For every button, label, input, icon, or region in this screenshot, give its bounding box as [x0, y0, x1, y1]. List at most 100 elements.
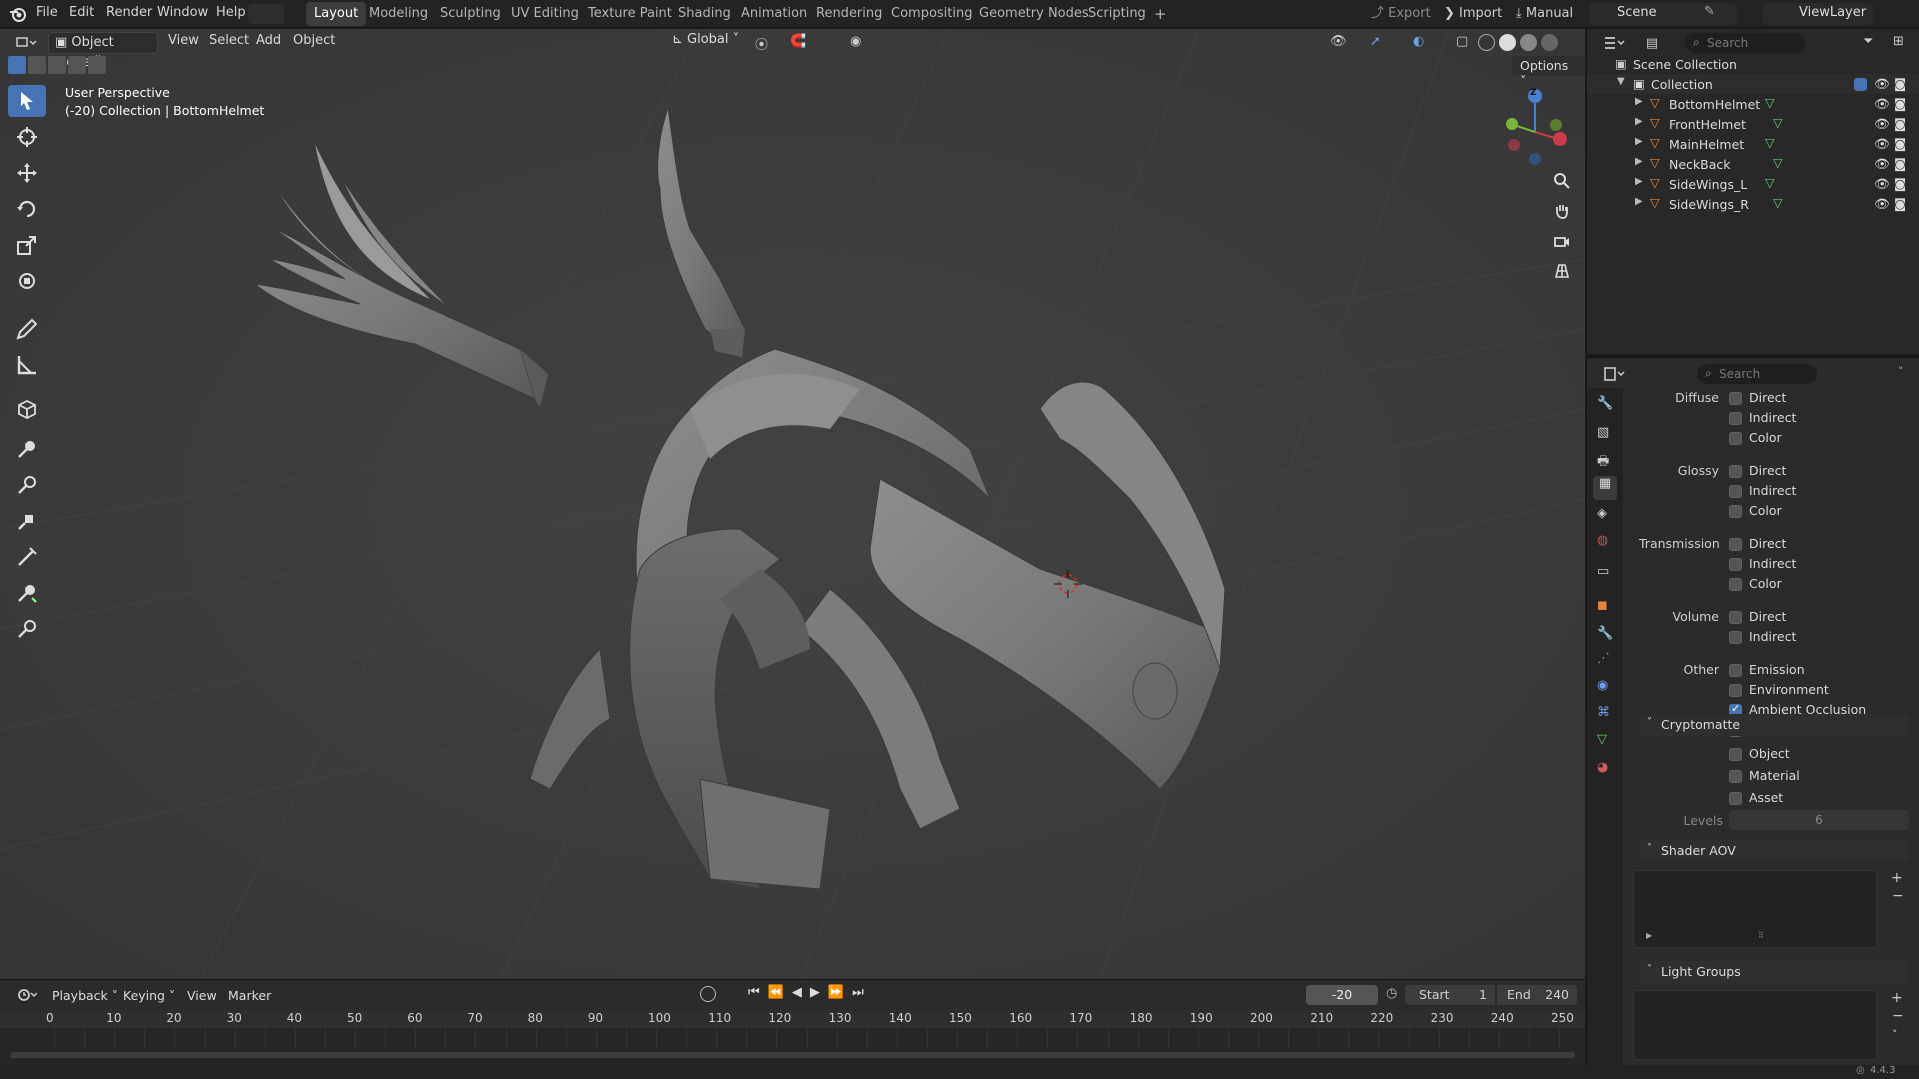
outliner-row-object[interactable]: ▶ ▽ NeckBack ▽ 👁 ◙ [1587, 154, 1919, 174]
pass-checkbox[interactable] [1729, 578, 1742, 591]
tab-shading[interactable]: Shading [670, 2, 739, 26]
timeline-track-area[interactable] [0, 1028, 1591, 1066]
camera-render-icon[interactable]: ◙ [1894, 96, 1906, 111]
scene-selector[interactable]: Scene ✎ [1589, 3, 1737, 25]
auto-keying-icon[interactable] [700, 986, 716, 1002]
camera-render-icon[interactable]: ◙ [1894, 196, 1906, 211]
cryptomatte-section-header[interactable]: ˅ Cryptomatte [1639, 714, 1909, 736]
prev-keyframe-icon[interactable]: ⏪ [768, 985, 784, 1000]
rendered-shading-icon[interactable] [1541, 34, 1558, 51]
tool-sculpt-5[interactable] [8, 577, 46, 609]
pass-checkbox[interactable] [1729, 485, 1742, 498]
outliner-editor-type-icon[interactable] [1599, 33, 1629, 53]
pass-checkbox[interactable] [1729, 392, 1742, 405]
cryptomatte-checkbox[interactable] [1729, 748, 1742, 761]
tab-scripting[interactable]: Scripting [1080, 2, 1154, 26]
tab-animation[interactable]: Animation [733, 2, 815, 26]
outliner-search-field[interactable]: ⌕ Search [1685, 33, 1805, 53]
add-workspace-button[interactable]: + [1146, 2, 1175, 26]
filter-icon[interactable]: ⏷ [1863, 34, 1873, 49]
select-extend-button[interactable] [28, 56, 46, 74]
expand-arrow-icon[interactable]: ▶ [1635, 176, 1643, 187]
pass-checkbox[interactable] [1729, 505, 1742, 518]
material-preview-icon[interactable] [1520, 34, 1537, 51]
pin-icon[interactable]: ✎ [1704, 4, 1715, 19]
wireframe-shading-icon[interactable] [1478, 34, 1495, 51]
eye-icon[interactable]: 👁 [1874, 136, 1890, 152]
outliner-row-object[interactable]: ▶ ▽ BottomHelmet ▽ 👁 ◙ [1587, 94, 1919, 114]
menu-select[interactable]: Select [209, 33, 249, 48]
constraints-icon[interactable]: ⌘ [1597, 705, 1610, 720]
pivot-point-icon[interactable]: ⦿ [755, 34, 768, 53]
proportional-edit-icon[interactable]: ◉ [850, 34, 861, 49]
remove-light-group-button[interactable]: − [1892, 1008, 1904, 1024]
add-aov-button[interactable]: + [1891, 870, 1903, 886]
cryptomatte-option-label[interactable]: Object [1749, 746, 1790, 761]
chevron-down-icon[interactable]: ˅ [1892, 1028, 1898, 1041]
tool-measure[interactable] [8, 349, 46, 381]
render-settings-icon[interactable]: ▧ [1597, 425, 1609, 440]
material-icon[interactable]: ◕ [1597, 760, 1608, 775]
mesh-data-icon[interactable]: ▽ [1765, 135, 1775, 150]
expand-arrow-icon[interactable]: ▶ [1635, 96, 1643, 107]
end-frame-field[interactable]: End 240 [1497, 985, 1577, 1005]
mesh-data-icon[interactable]: ▽ [1773, 155, 1783, 170]
pass-option-label[interactable]: Emission [1749, 662, 1805, 677]
tab-uv-editing[interactable]: UV Editing [503, 2, 587, 26]
tool-annotate[interactable] [8, 313, 46, 345]
blender-logo-icon[interactable] [8, 4, 28, 24]
pass-checkbox[interactable] [1729, 465, 1742, 478]
expand-arrow-icon[interactable]: ▼ [1617, 76, 1625, 87]
new-collection-icon[interactable]: ⊞ [1893, 34, 1904, 49]
display-mode-icon[interactable]: ▤ [1641, 33, 1663, 53]
jump-end-icon[interactable]: ⏭ [852, 985, 864, 1000]
outliner-row-object[interactable]: ▶ ▽ SideWings_R ▽ 👁 ◙ [1587, 194, 1919, 214]
tool-transform[interactable] [8, 265, 46, 297]
timeline-menu-keying[interactable]: Keying ˅ [123, 988, 175, 1003]
camera-view-icon[interactable] [1548, 227, 1576, 255]
eye-icon[interactable]: 👁 [1874, 156, 1890, 172]
viewlayer-selector[interactable]: ViewLayer [1763, 3, 1873, 25]
3d-viewport[interactable]: Z ▣ Object Mode ˅ View Select Add Object… [0, 29, 1585, 979]
tool-settings-icon[interactable]: 🔧 [1597, 396, 1613, 411]
import-button[interactable]: ❯ Import [1438, 3, 1508, 25]
export-button[interactable]: ⤴ Export [1365, 3, 1437, 25]
pass-option-label[interactable]: Color [1749, 503, 1782, 518]
pass-option-label[interactable]: Color [1749, 430, 1782, 445]
tool-rotate[interactable] [8, 193, 46, 225]
tab-rendering[interactable]: Rendering [808, 2, 890, 26]
pass-option-label[interactable]: Direct [1749, 609, 1786, 624]
pass-option-label[interactable]: Indirect [1749, 556, 1796, 571]
select-subtract-button[interactable] [48, 56, 66, 74]
object-mode-dropdown[interactable]: ▣ Object Mode ˅ [48, 32, 158, 70]
pass-checkbox[interactable] [1729, 684, 1742, 697]
editor-type-icon[interactable] [10, 33, 42, 53]
snap-icon[interactable]: 🧲 [790, 34, 806, 49]
timeline-editor-type-icon[interactable] [12, 985, 42, 1005]
pass-option-label[interactable]: Direct [1749, 463, 1786, 478]
menu-add[interactable]: Add [256, 33, 281, 48]
properties-editor-type-icon[interactable] [1599, 364, 1629, 384]
chevron-down-icon[interactable]: ˅ [1898, 365, 1904, 378]
current-frame-field[interactable]: -20 [1306, 985, 1378, 1005]
particles-icon[interactable]: ⋰ [1597, 651, 1610, 666]
select-invert-button[interactable] [68, 56, 86, 74]
manual-button[interactable]: ⤓ Manual [1510, 3, 1579, 25]
tool-cursor[interactable] [8, 121, 46, 153]
eye-icon[interactable]: 👁 [1874, 116, 1890, 132]
camera-render-icon[interactable]: ◙ [1894, 176, 1906, 191]
options-dropdown[interactable]: Options ˅ [1512, 56, 1585, 88]
cryptomatte-checkbox[interactable] [1729, 770, 1742, 783]
eye-icon[interactable]: 👁 [1874, 96, 1890, 112]
tool-add-cube[interactable] [8, 393, 46, 425]
view-layer-icon[interactable]: ▦ [1593, 476, 1617, 500]
camera-render-icon[interactable]: ◙ [1894, 116, 1906, 131]
tool-sculpt-3[interactable] [8, 505, 46, 537]
cryptomatte-option-label[interactable]: Material [1749, 768, 1800, 783]
menu-edit[interactable]: Edit [69, 5, 94, 20]
mesh-data-icon[interactable]: ▽ [1773, 195, 1783, 210]
jump-start-icon[interactable]: ⏮ [748, 985, 760, 1000]
pan-hand-icon[interactable] [1548, 197, 1576, 225]
gizmo-toggle-icon[interactable]: ➚ [1370, 34, 1381, 49]
start-frame-field[interactable]: Start 1 [1405, 985, 1495, 1005]
